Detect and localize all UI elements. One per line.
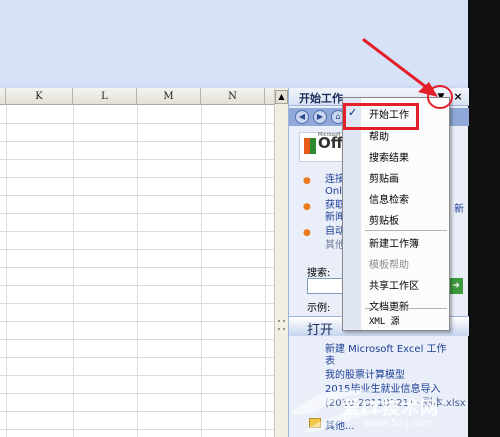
pane-link-fragment[interactable]: 新	[454, 200, 464, 215]
column-header-k[interactable]: K	[6, 88, 73, 105]
grid-column-line	[6, 105, 7, 437]
watermark: 爱IT技术网 www.52ij.com	[282, 374, 468, 437]
column-header-row: K L M N	[0, 88, 274, 105]
window-edge	[468, 0, 500, 437]
forward-arrow-icon[interactable]: ▶	[313, 110, 327, 124]
search-label: 搜索:	[307, 268, 331, 279]
menu-item-clip-art[interactable]: 剪贴画	[343, 166, 449, 187]
grid-column-line	[265, 105, 266, 437]
back-arrow-icon[interactable]: ◀	[295, 110, 309, 124]
grid-column-line	[201, 105, 202, 437]
scroll-up-arrow-icon[interactable]: ▲	[275, 90, 288, 104]
grid-column-line	[137, 105, 138, 437]
menu-item-clipboard[interactable]: 剪贴板	[343, 208, 449, 229]
splitter-grip-icon[interactable]	[278, 320, 285, 330]
annotation-highlight-box	[343, 103, 419, 130]
office-logo-text: Off	[318, 134, 343, 152]
open-section-title: 打开	[307, 323, 334, 338]
task-pane-menu: ✓ 开始工作 帮助 搜索结果 剪贴画 信息检索 剪贴板 新建工作簿 模板帮助 共…	[342, 97, 450, 331]
bullet-icon: ●	[303, 228, 311, 238]
column-header-l[interactable]: L	[73, 88, 137, 105]
menu-item-search-results[interactable]: 搜索结果	[343, 145, 449, 166]
bullet-icon: ●	[303, 202, 311, 212]
annotation-arrow-icon	[362, 38, 438, 97]
menu-item-research[interactable]: 信息检索	[343, 187, 449, 208]
open-item-new-excel[interactable]: 新建 Microsoft Excel 工作	[325, 340, 447, 355]
office-logo-mark-icon	[304, 138, 316, 154]
menu-item-new-workbook[interactable]: 新建工作簿	[343, 231, 449, 252]
example-label: 示例:	[307, 303, 331, 314]
menu-separator	[365, 308, 447, 309]
column-header-m[interactable]: M	[137, 88, 201, 105]
column-header-n[interactable]: N	[201, 88, 265, 105]
spreadsheet-grid[interactable]: K L M N	[0, 88, 274, 437]
menu-item-template-help: 模板帮助	[369, 260, 409, 271]
search-go-button[interactable]: ➔	[449, 278, 463, 294]
task-pane-title: 开始工作	[299, 92, 343, 105]
watermark-text: 爱IT技术网	[342, 398, 439, 419]
bullet-icon: ●	[303, 176, 311, 186]
menu-item-shared-workspace[interactable]: 共享工作区	[343, 273, 449, 294]
close-icon[interactable]: ×	[451, 90, 465, 104]
open-item-new-excel-cont[interactable]: 表	[325, 352, 335, 367]
grid-column-line	[73, 105, 74, 437]
watermark-url: www.52ij.com	[364, 418, 434, 429]
menu-item-xml-source[interactable]: XML 源	[343, 310, 449, 331]
